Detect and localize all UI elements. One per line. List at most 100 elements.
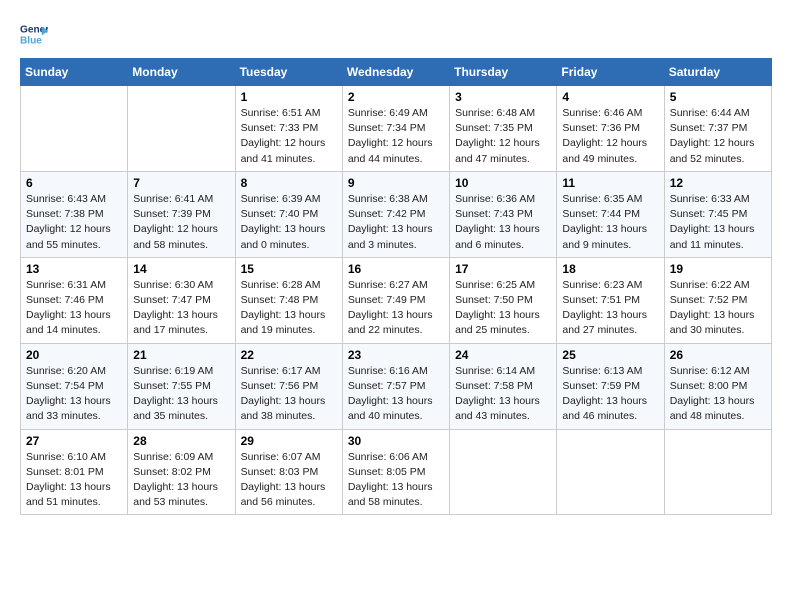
day-cell [450,429,557,515]
week-row-1: 1 Sunrise: 6:51 AMSunset: 7:33 PMDayligh… [21,86,772,172]
day-cell: 14 Sunrise: 6:30 AMSunset: 7:47 PMDaylig… [128,257,235,343]
week-row-5: 27 Sunrise: 6:10 AMSunset: 8:01 PMDaylig… [21,429,772,515]
day-number: 1 [241,90,337,104]
weekday-header-friday: Friday [557,59,664,86]
day-number: 26 [670,348,766,362]
day-info: Sunrise: 6:10 AMSunset: 8:01 PMDaylight:… [26,450,122,511]
day-cell: 16 Sunrise: 6:27 AMSunset: 7:49 PMDaylig… [342,257,449,343]
day-number: 15 [241,262,337,276]
logo: General Blue [20,20,48,48]
day-cell: 4 Sunrise: 6:46 AMSunset: 7:36 PMDayligh… [557,86,664,172]
day-cell: 10 Sunrise: 6:36 AMSunset: 7:43 PMDaylig… [450,171,557,257]
day-cell: 29 Sunrise: 6:07 AMSunset: 8:03 PMDaylig… [235,429,342,515]
day-cell: 18 Sunrise: 6:23 AMSunset: 7:51 PMDaylig… [557,257,664,343]
day-number: 14 [133,262,229,276]
day-number: 24 [455,348,551,362]
day-info: Sunrise: 6:30 AMSunset: 7:47 PMDaylight:… [133,278,229,339]
day-cell: 7 Sunrise: 6:41 AMSunset: 7:39 PMDayligh… [128,171,235,257]
day-info: Sunrise: 6:12 AMSunset: 8:00 PMDaylight:… [670,364,766,425]
day-info: Sunrise: 6:38 AMSunset: 7:42 PMDaylight:… [348,192,444,253]
day-number: 6 [26,176,122,190]
day-number: 18 [562,262,658,276]
day-cell [128,86,235,172]
day-number: 5 [670,90,766,104]
day-cell: 22 Sunrise: 6:17 AMSunset: 7:56 PMDaylig… [235,343,342,429]
day-info: Sunrise: 6:06 AMSunset: 8:05 PMDaylight:… [348,450,444,511]
day-number: 7 [133,176,229,190]
page-header: General Blue [20,20,772,48]
day-info: Sunrise: 6:31 AMSunset: 7:46 PMDaylight:… [26,278,122,339]
day-number: 17 [455,262,551,276]
day-cell: 6 Sunrise: 6:43 AMSunset: 7:38 PMDayligh… [21,171,128,257]
day-cell: 26 Sunrise: 6:12 AMSunset: 8:00 PMDaylig… [664,343,771,429]
day-number: 8 [241,176,337,190]
day-number: 21 [133,348,229,362]
day-cell: 25 Sunrise: 6:13 AMSunset: 7:59 PMDaylig… [557,343,664,429]
day-info: Sunrise: 6:22 AMSunset: 7:52 PMDaylight:… [670,278,766,339]
day-info: Sunrise: 6:28 AMSunset: 7:48 PMDaylight:… [241,278,337,339]
day-info: Sunrise: 6:19 AMSunset: 7:55 PMDaylight:… [133,364,229,425]
day-number: 9 [348,176,444,190]
day-number: 29 [241,434,337,448]
day-info: Sunrise: 6:23 AMSunset: 7:51 PMDaylight:… [562,278,658,339]
day-info: Sunrise: 6:17 AMSunset: 7:56 PMDaylight:… [241,364,337,425]
day-number: 3 [455,90,551,104]
day-info: Sunrise: 6:09 AMSunset: 8:02 PMDaylight:… [133,450,229,511]
day-number: 25 [562,348,658,362]
logo-icon: General Blue [20,20,48,48]
weekday-header-wednesday: Wednesday [342,59,449,86]
day-cell: 30 Sunrise: 6:06 AMSunset: 8:05 PMDaylig… [342,429,449,515]
svg-text:Blue: Blue [20,35,42,46]
day-cell: 28 Sunrise: 6:09 AMSunset: 8:02 PMDaylig… [128,429,235,515]
day-number: 13 [26,262,122,276]
day-cell: 23 Sunrise: 6:16 AMSunset: 7:57 PMDaylig… [342,343,449,429]
day-info: Sunrise: 6:07 AMSunset: 8:03 PMDaylight:… [241,450,337,511]
day-cell: 9 Sunrise: 6:38 AMSunset: 7:42 PMDayligh… [342,171,449,257]
day-cell: 11 Sunrise: 6:35 AMSunset: 7:44 PMDaylig… [557,171,664,257]
day-number: 2 [348,90,444,104]
day-info: Sunrise: 6:20 AMSunset: 7:54 PMDaylight:… [26,364,122,425]
day-cell: 19 Sunrise: 6:22 AMSunset: 7:52 PMDaylig… [664,257,771,343]
day-cell: 2 Sunrise: 6:49 AMSunset: 7:34 PMDayligh… [342,86,449,172]
day-cell: 5 Sunrise: 6:44 AMSunset: 7:37 PMDayligh… [664,86,771,172]
week-row-3: 13 Sunrise: 6:31 AMSunset: 7:46 PMDaylig… [21,257,772,343]
day-number: 30 [348,434,444,448]
day-cell: 8 Sunrise: 6:39 AMSunset: 7:40 PMDayligh… [235,171,342,257]
day-info: Sunrise: 6:14 AMSunset: 7:58 PMDaylight:… [455,364,551,425]
day-number: 11 [562,176,658,190]
day-number: 28 [133,434,229,448]
day-number: 16 [348,262,444,276]
day-number: 19 [670,262,766,276]
day-info: Sunrise: 6:27 AMSunset: 7:49 PMDaylight:… [348,278,444,339]
day-number: 20 [26,348,122,362]
day-cell [21,86,128,172]
weekday-header-tuesday: Tuesday [235,59,342,86]
day-number: 27 [26,434,122,448]
day-cell: 13 Sunrise: 6:31 AMSunset: 7:46 PMDaylig… [21,257,128,343]
day-number: 10 [455,176,551,190]
weekday-header-monday: Monday [128,59,235,86]
week-row-4: 20 Sunrise: 6:20 AMSunset: 7:54 PMDaylig… [21,343,772,429]
day-info: Sunrise: 6:43 AMSunset: 7:38 PMDaylight:… [26,192,122,253]
day-cell: 20 Sunrise: 6:20 AMSunset: 7:54 PMDaylig… [21,343,128,429]
day-cell [664,429,771,515]
day-info: Sunrise: 6:35 AMSunset: 7:44 PMDaylight:… [562,192,658,253]
day-cell: 17 Sunrise: 6:25 AMSunset: 7:50 PMDaylig… [450,257,557,343]
day-cell: 15 Sunrise: 6:28 AMSunset: 7:48 PMDaylig… [235,257,342,343]
weekday-header-sunday: Sunday [21,59,128,86]
day-cell: 3 Sunrise: 6:48 AMSunset: 7:35 PMDayligh… [450,86,557,172]
weekday-header-row: SundayMondayTuesdayWednesdayThursdayFrid… [21,59,772,86]
day-cell: 12 Sunrise: 6:33 AMSunset: 7:45 PMDaylig… [664,171,771,257]
day-number: 22 [241,348,337,362]
day-cell: 21 Sunrise: 6:19 AMSunset: 7:55 PMDaylig… [128,343,235,429]
day-info: Sunrise: 6:46 AMSunset: 7:36 PMDaylight:… [562,106,658,167]
day-number: 12 [670,176,766,190]
day-number: 23 [348,348,444,362]
day-info: Sunrise: 6:13 AMSunset: 7:59 PMDaylight:… [562,364,658,425]
day-info: Sunrise: 6:49 AMSunset: 7:34 PMDaylight:… [348,106,444,167]
day-cell [557,429,664,515]
day-cell: 24 Sunrise: 6:14 AMSunset: 7:58 PMDaylig… [450,343,557,429]
day-info: Sunrise: 6:25 AMSunset: 7:50 PMDaylight:… [455,278,551,339]
day-info: Sunrise: 6:36 AMSunset: 7:43 PMDaylight:… [455,192,551,253]
day-cell: 1 Sunrise: 6:51 AMSunset: 7:33 PMDayligh… [235,86,342,172]
